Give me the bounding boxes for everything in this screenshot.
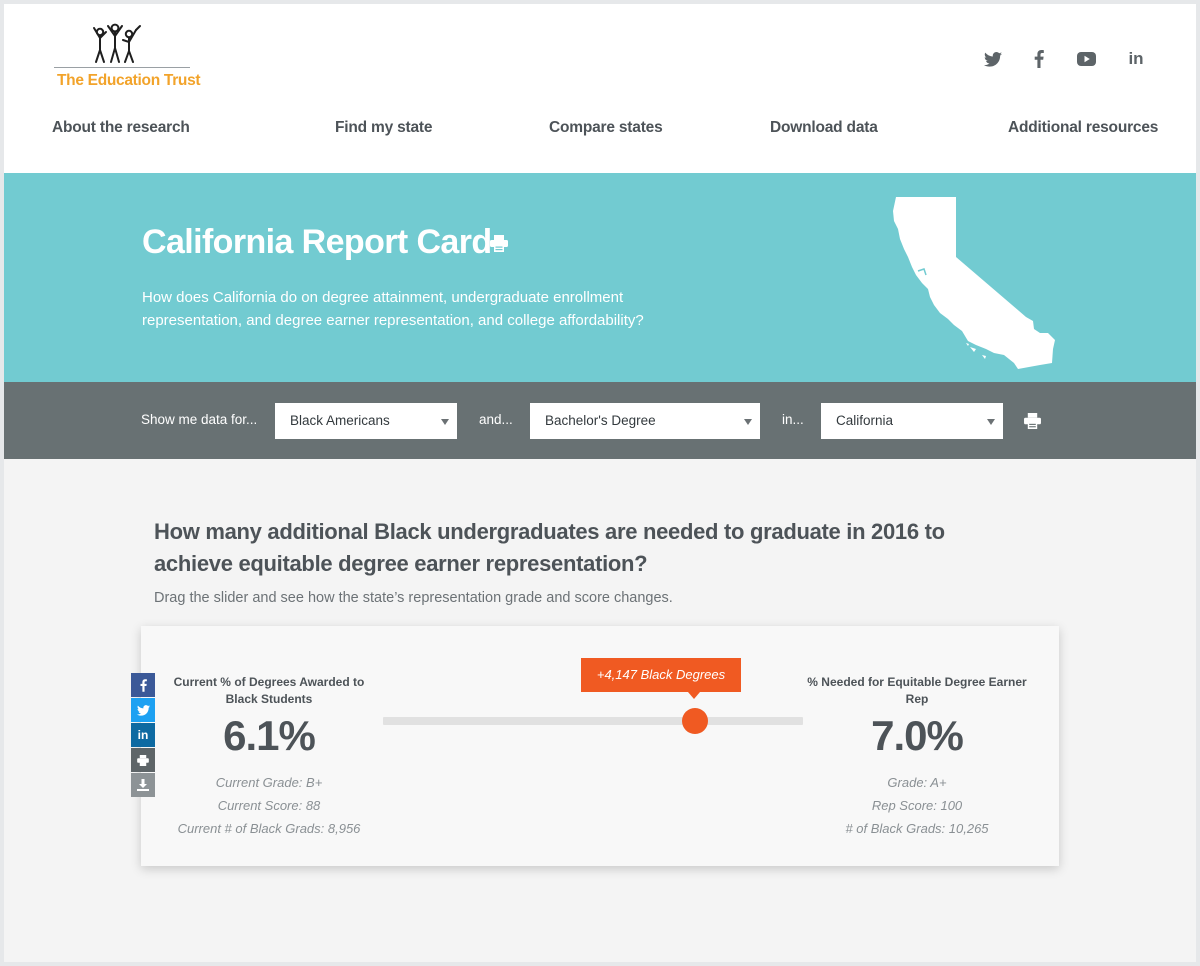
linkedin-icon[interactable]: in	[1124, 47, 1148, 71]
chevron-down-icon	[987, 419, 995, 425]
hero-banner: California Report Card How does Californ…	[4, 173, 1196, 382]
group-select[interactable]: Black Americans	[275, 403, 457, 439]
logo-rule	[54, 67, 190, 68]
share-twitter-button[interactable]	[131, 698, 155, 722]
nav-additional-resources[interactable]: Additional resources	[1008, 119, 1158, 137]
nav-find-my-state[interactable]: Find my state	[335, 119, 433, 137]
slider-track[interactable]	[383, 717, 803, 725]
share-facebook-button[interactable]	[131, 673, 155, 697]
current-percent-value: 6.1%	[223, 712, 316, 759]
rep-score: Rep Score: 100	[871, 798, 963, 813]
download-icon	[137, 779, 149, 791]
filter-label-show: Show me data for...	[141, 412, 258, 427]
youtube-icon[interactable]	[1074, 47, 1098, 71]
filter-label-in: in...	[782, 412, 804, 427]
state-select[interactable]: California	[821, 403, 1003, 439]
slider-handle[interactable]	[682, 708, 708, 734]
page-frame: The Education Trust in About the researc…	[4, 4, 1196, 962]
page-title: California Report Card	[142, 223, 492, 261]
print-icon	[137, 754, 149, 766]
filter-bar: Show me data for... Black Americans and.…	[4, 382, 1196, 459]
state-select-value: California	[836, 413, 894, 428]
chevron-down-icon	[744, 419, 752, 425]
california-map-icon	[893, 197, 1055, 369]
question-heading: How many additional Black undergraduates…	[154, 519, 945, 576]
chevron-down-icon	[441, 419, 449, 425]
hero-description: How does California do on degree attainm…	[142, 289, 644, 329]
twitter-icon[interactable]	[981, 47, 1005, 71]
nav-about-research[interactable]: About the research	[52, 119, 190, 137]
needed-percent-value: 7.0%	[871, 712, 964, 759]
share-linkedin-button[interactable]: in	[131, 723, 155, 747]
current-grads: Current # of Black Grads: 8,956	[177, 821, 361, 836]
site-logo[interactable]: The Education Trust	[52, 22, 201, 94]
current-score: Current Score: 88	[217, 798, 321, 813]
print-icon[interactable]	[490, 235, 508, 257]
share-download-button[interactable]	[131, 773, 155, 797]
education-trust-figures-icon	[93, 23, 141, 63]
facebook-icon[interactable]	[1027, 47, 1051, 71]
current-grade: Current Grade: B+	[215, 775, 323, 790]
degree-select-value: Bachelor's Degree	[545, 413, 656, 428]
print-icon[interactable]	[1024, 413, 1041, 434]
share-print-button[interactable]	[131, 748, 155, 772]
group-select-value: Black Americans	[290, 413, 390, 428]
twitter-icon	[136, 704, 150, 716]
nav-compare-states[interactable]: Compare states	[549, 119, 663, 137]
slider-tooltip: +4,147 Black Degrees	[581, 658, 741, 699]
target-grade: Grade: A+	[887, 775, 947, 790]
filter-label-and: and...	[479, 412, 513, 427]
logo-text: The Education Trust	[57, 72, 201, 89]
slider-card: Current % of Degrees Awarded to Black St…	[141, 626, 1059, 866]
facebook-icon	[139, 678, 147, 692]
degree-select[interactable]: Bachelor's Degree	[530, 403, 760, 439]
site-header: The Education Trust in About the researc…	[4, 4, 1196, 173]
slider-instruction: Drag the slider and see how the state’s …	[154, 590, 673, 606]
target-grads: # of Black Grads: 10,265	[845, 821, 989, 836]
needed-percent-label: % Needed for Equitable Degree Earner Rep	[807, 675, 1027, 706]
nav-download-data[interactable]: Download data	[770, 119, 878, 137]
current-percent-label: Current % of Degrees Awarded to Black St…	[173, 675, 365, 706]
linkedin-icon: in	[137, 728, 149, 742]
